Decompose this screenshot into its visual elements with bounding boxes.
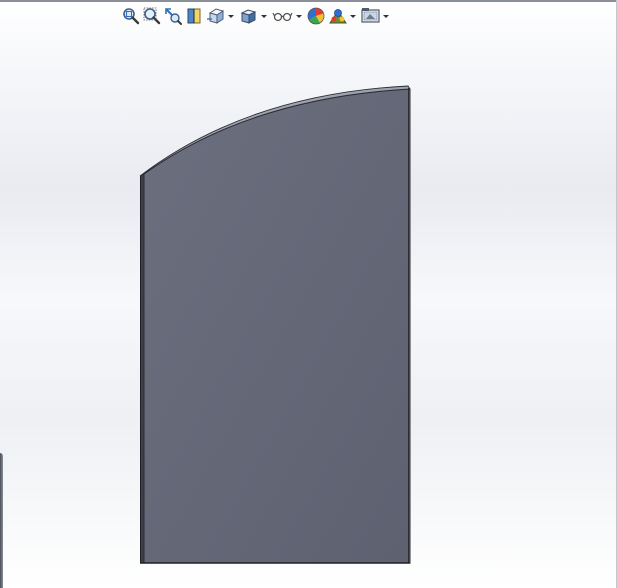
graphics-area[interactable] [0,0,617,588]
part-model[interactable] [0,0,617,588]
feature-manager-panel-edge [0,453,3,588]
part-front-face[interactable] [143,88,411,564]
